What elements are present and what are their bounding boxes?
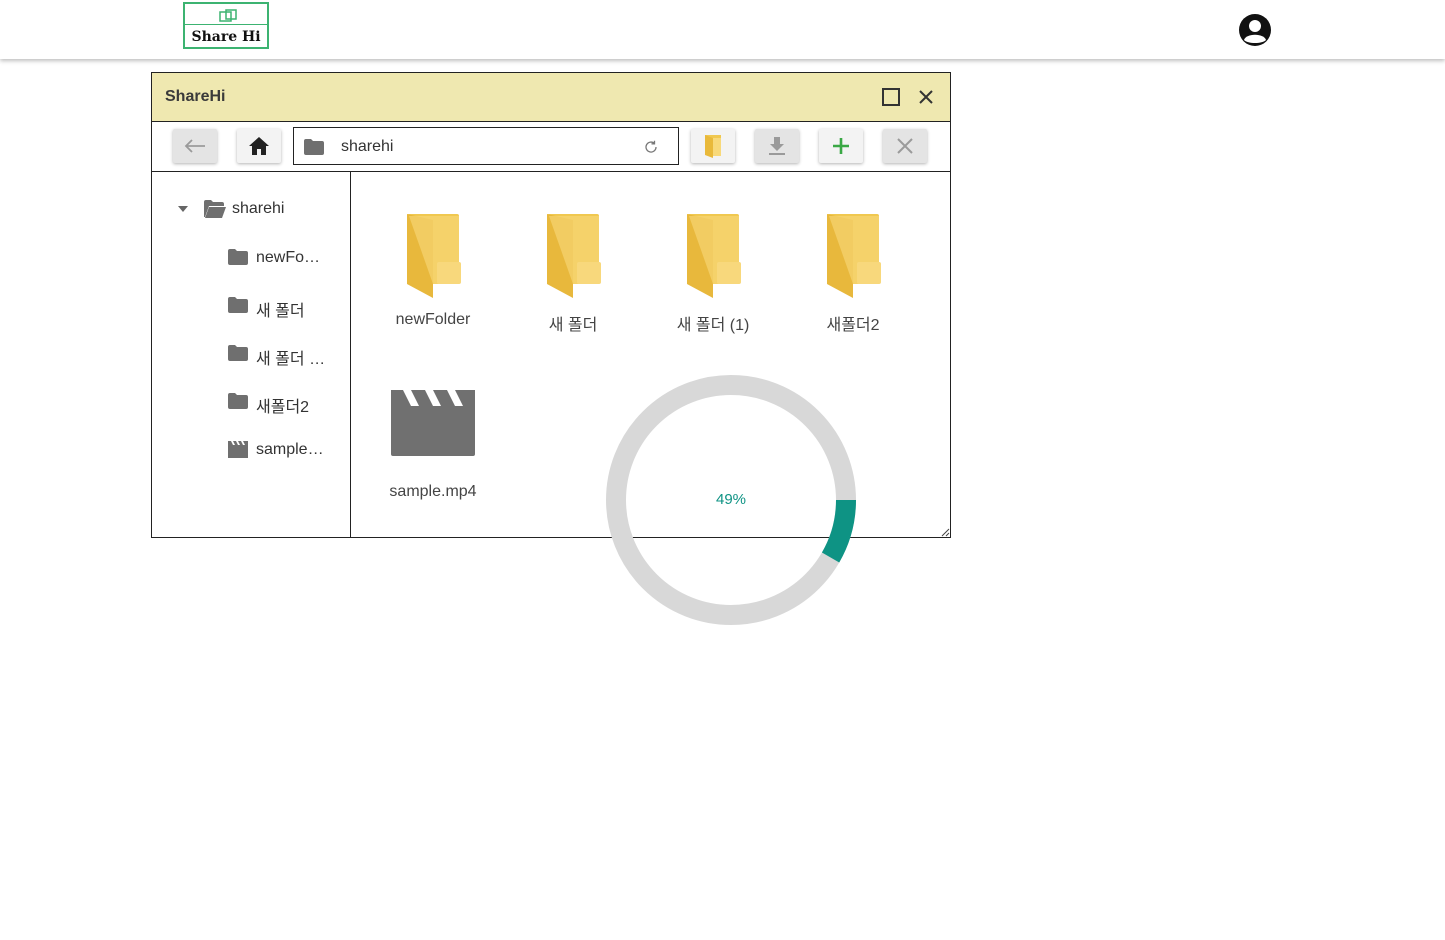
arrow-left-icon: [184, 139, 205, 153]
file-name: 새폴더2: [826, 317, 880, 334]
folder-icon: [228, 345, 248, 361]
file-tile-sample-mp4[interactable]: sample.mp4: [373, 388, 493, 501]
resize-handle[interactable]: [940, 527, 950, 537]
folder-open-icon: [204, 200, 226, 218]
folder-icon: [407, 214, 461, 298]
file-tile-new-folder-1-kr[interactable]: 새 폴더 (1): [653, 212, 773, 335]
tree-item-label: newFolder: [256, 249, 322, 266]
path-bar[interactable]: sharehi: [293, 127, 679, 165]
folder-icon: [687, 214, 741, 298]
folder-icon: [304, 139, 324, 155]
delete-button[interactable]: [883, 129, 927, 163]
new-folder-button[interactable]: [691, 129, 735, 163]
file-tile-new-folder2-kr[interactable]: 새폴더2: [793, 212, 913, 335]
add-button[interactable]: [819, 129, 863, 163]
toolbar: sharehi: [152, 122, 950, 172]
window-titlebar: ShareHi: [152, 73, 950, 122]
progress-percent: 49%: [715, 491, 747, 508]
folder-icon: [705, 135, 721, 158]
progress-arc: [821, 499, 856, 563]
tree-root-label: sharehi: [232, 200, 285, 217]
video-icon: [228, 441, 248, 458]
user-avatar-icon[interactable]: [1238, 13, 1272, 47]
path-text: sharehi: [341, 138, 394, 155]
logo-icon: [219, 9, 237, 22]
upload-progress: 49%: [606, 375, 856, 625]
file-name: newFolder: [395, 311, 471, 328]
file-tile-new-folder-kr[interactable]: 새 폴더: [513, 212, 633, 335]
tree-root-sharehi[interactable]: sharehi: [178, 198, 338, 222]
folder-icon: [827, 214, 881, 298]
tree-item-newfolder[interactable]: newFolder: [228, 246, 338, 270]
plus-icon: [833, 138, 849, 154]
file-name: sample.mp4: [389, 483, 477, 500]
download-button[interactable]: [755, 129, 799, 163]
window-title: ShareHi: [165, 88, 226, 105]
top-header: Share Hi: [0, 0, 1445, 59]
home-icon: [249, 137, 269, 155]
folder-icon: [228, 249, 248, 265]
close-icon: [897, 138, 913, 154]
file-name: 새 폴더 (1): [676, 317, 750, 334]
caret-down-icon[interactable]: [178, 206, 188, 212]
tree-item-label: 새 폴더 (1): [256, 351, 328, 368]
video-icon: [391, 390, 475, 456]
sharehi-logo[interactable]: Share Hi: [183, 2, 269, 49]
file-tile-newfolder[interactable]: newFolder: [373, 212, 493, 329]
maximize-icon[interactable]: [881, 87, 901, 107]
logo-divider: [185, 24, 267, 25]
tree-item-label: 새폴더2: [256, 399, 310, 416]
folder-tree: sharehi newFolder 새 폴더 새 폴더 (1) 새폴더2: [152, 172, 351, 537]
tree-item-new-folder-1-kr[interactable]: 새 폴더 (1): [228, 342, 338, 368]
folder-icon: [228, 393, 248, 409]
refresh-icon[interactable]: [644, 140, 658, 154]
file-name: 새 폴더: [548, 317, 598, 334]
download-icon: [769, 137, 785, 155]
folder-icon: [228, 297, 248, 313]
back-button[interactable]: [173, 129, 217, 163]
tree-item-sample-mp4[interactable]: sample.mp4: [228, 438, 338, 462]
close-icon[interactable]: [916, 87, 936, 107]
tree-item-new-folder2-kr[interactable]: 새폴더2: [228, 390, 338, 416]
logo-text: Share Hi: [191, 29, 261, 45]
tree-item-new-folder-kr[interactable]: 새 폴더: [228, 294, 338, 320]
tree-item-label: 새 폴더: [256, 303, 305, 320]
tree-item-label: sample.mp4: [256, 441, 328, 458]
home-button[interactable]: [237, 129, 281, 163]
folder-icon: [547, 214, 601, 298]
